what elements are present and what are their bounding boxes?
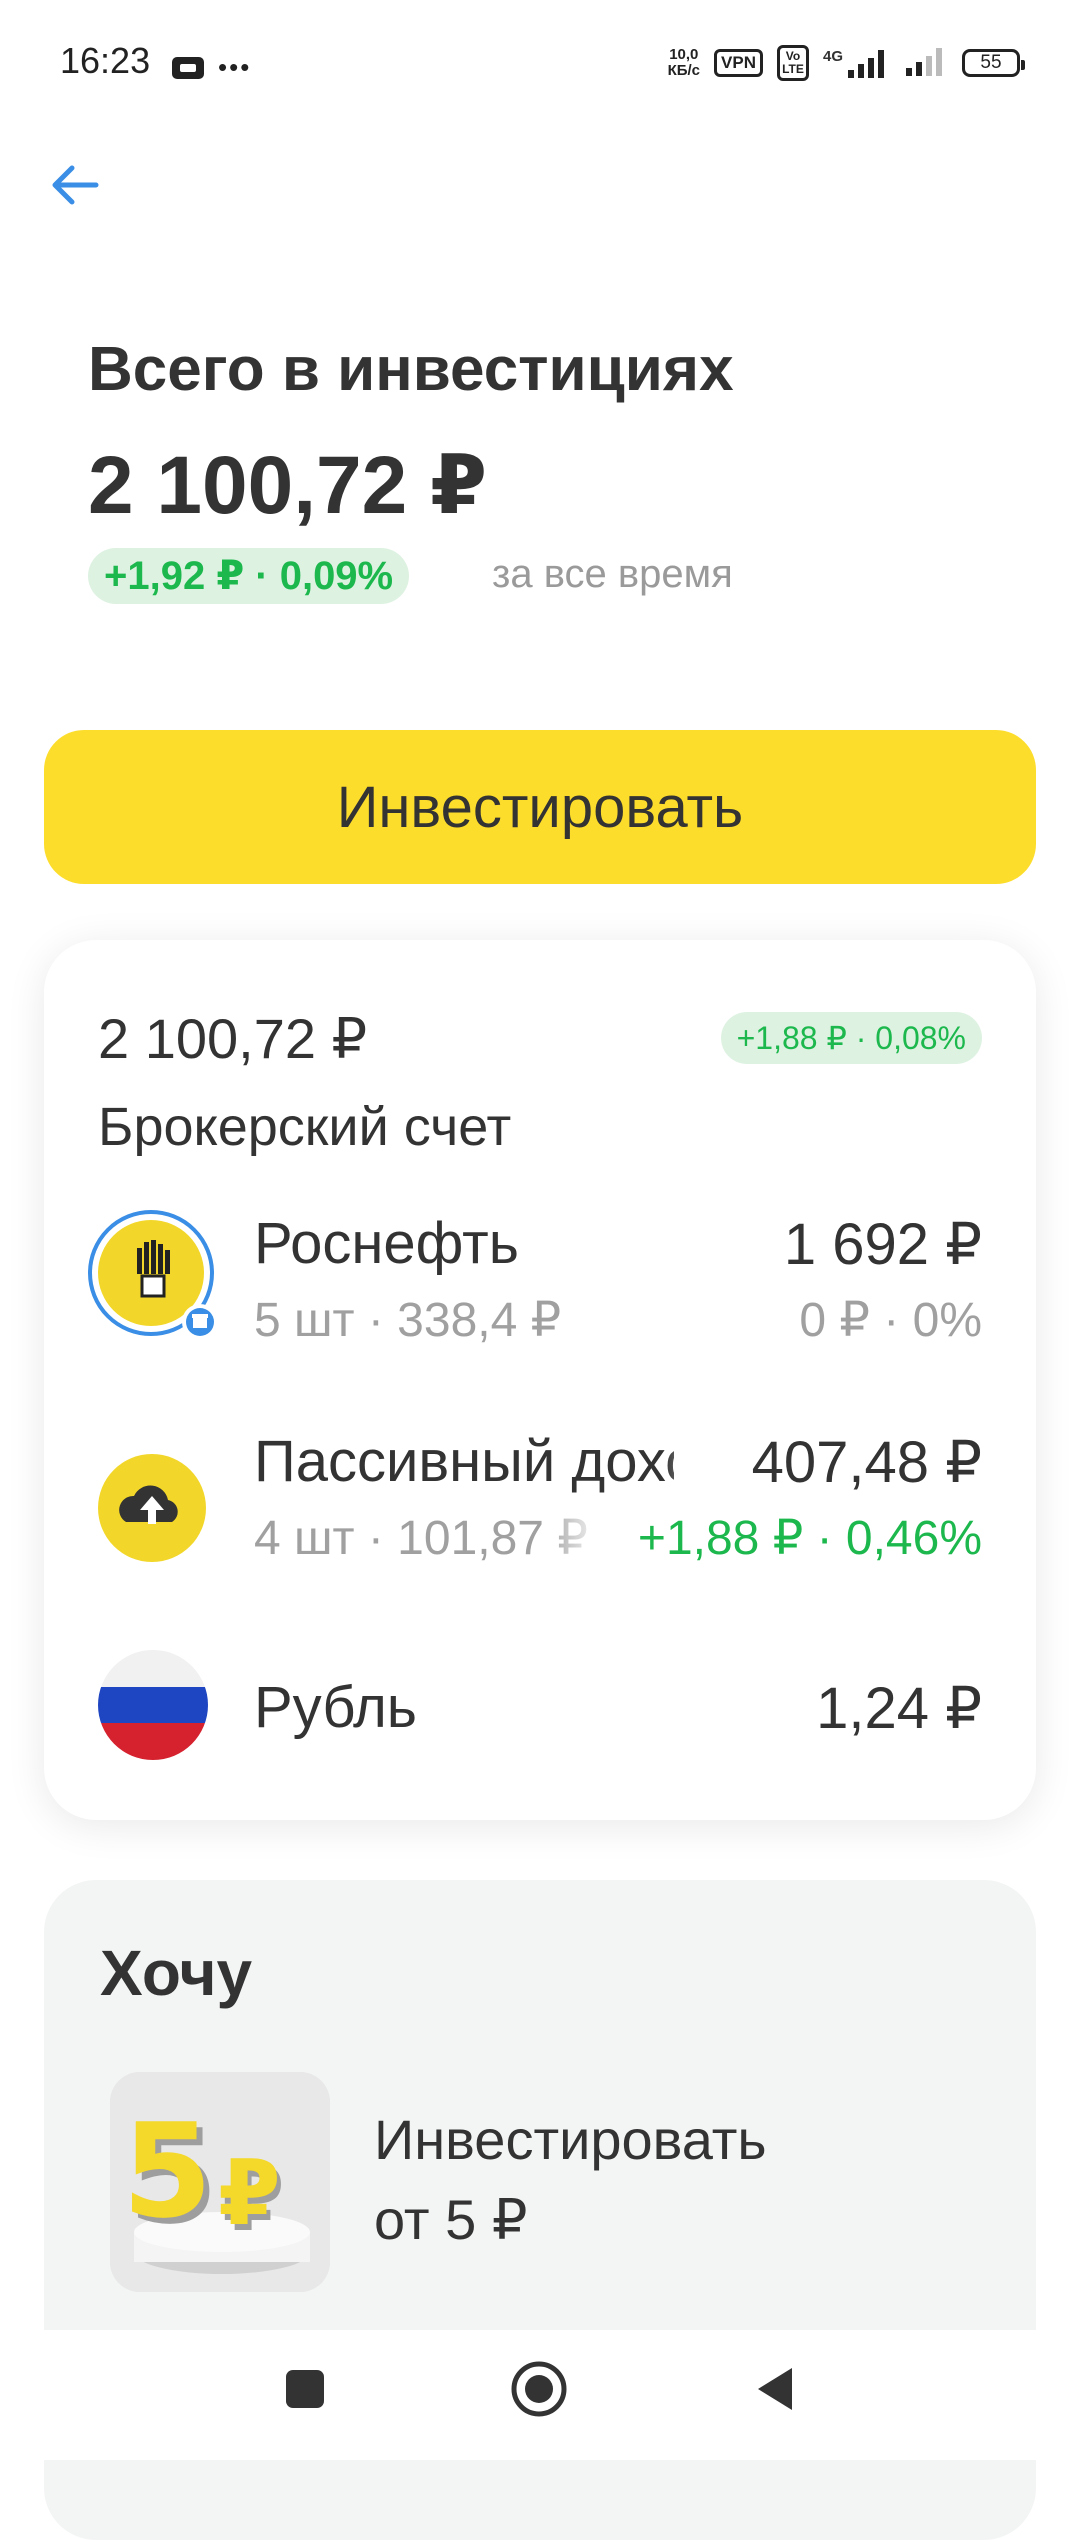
- circle-icon: [511, 2361, 567, 2417]
- section-title: Хочу: [100, 1937, 253, 2009]
- notification-icon: [172, 56, 204, 79]
- asset-row-passive-income[interactable]: Пассивный доход 407,48 ₽ 4 шт · 101,87 ₽…: [44, 1428, 1036, 1618]
- svg-text:₽: ₽: [218, 2141, 281, 2246]
- svg-text:5: 5: [122, 2095, 212, 2247]
- asset-change: 0 ₽ · 0%: [799, 1294, 982, 1347]
- five-ruble-illustration: 5 5 ₽ ₽: [110, 2072, 330, 2292]
- account-name: Брокерский счет: [98, 1097, 512, 1157]
- asset-price: 1,24 ₽: [816, 1676, 982, 1741]
- invest-from-5-tile[interactable]: 5 5 ₽ ₽: [110, 2072, 330, 2292]
- brokerage-account-card[interactable]: 2 100,72 ₽ +1,88 ₽ · 0,08% Брокерский сч…: [44, 940, 1036, 1820]
- signal-icon: [904, 46, 948, 81]
- rosneft-logo-icon: [88, 1210, 218, 1340]
- signal-4g-icon: 4G: [823, 48, 890, 78]
- asset-change: +1,88 ₽ · 0,46%: [629, 1510, 982, 1566]
- recents-button[interactable]: [282, 2366, 328, 2412]
- arrow-left-icon: [52, 165, 99, 205]
- triangle-back-icon: [758, 2368, 792, 2410]
- total-amount: 2 100,72 ₽: [88, 440, 488, 531]
- total-gain-badge: +1,92 ₽ · 0,09%: [88, 548, 410, 604]
- asset-name: Роснефть: [254, 1211, 519, 1276]
- invest-from-5-label[interactable]: Инвестировать от 5 ₽: [374, 2100, 767, 2260]
- status-icons: 10,0 КБ/с VPN Vo LTE 4G 55: [667, 45, 1025, 81]
- back-nav-button[interactable]: [752, 2364, 798, 2414]
- passive-income-icon: [96, 1452, 208, 1564]
- asset-quantity: 4 шт · 101,87 ₽: [254, 1512, 588, 1565]
- account-amount: 2 100,72 ₽: [98, 1007, 368, 1070]
- invest-button[interactable]: Инвестировать: [44, 730, 1036, 884]
- square-icon: [286, 2370, 324, 2408]
- asset-row-ruble[interactable]: Рубль 1,24 ₽: [44, 1640, 1036, 1770]
- asset-row-rosneft[interactable]: Роснефть 1 692 ₽ 5 шт · 338,4 ₽ 0 ₽ · 0%: [44, 1210, 1036, 1400]
- asset-name: Рубль: [254, 1675, 418, 1740]
- page-title: Всего в инвестициях: [88, 335, 734, 404]
- network-speed: 10,0 КБ/с: [667, 46, 701, 79]
- asset-name: Пассивный доход: [254, 1429, 674, 1494]
- asset-price: 1 692 ₽: [783, 1212, 982, 1277]
- gain-period-label: за все время: [492, 552, 733, 596]
- asset-price: 407,48 ₽: [743, 1428, 982, 1496]
- home-button[interactable]: [510, 2360, 568, 2418]
- russia-flag-icon: [98, 1650, 208, 1760]
- vpn-icon: VPN: [714, 49, 763, 77]
- battery-icon: 55: [962, 49, 1025, 77]
- asset-quantity: 5 шт · 338,4 ₽: [254, 1294, 562, 1347]
- more-notifications-icon: •••: [218, 52, 252, 82]
- back-button[interactable]: [40, 150, 110, 220]
- system-nav-bar: [0, 2330, 1080, 2460]
- status-time: 16:23: [60, 40, 151, 81]
- account-gain-badge: +1,88 ₽ · 0,08%: [720, 1012, 982, 1064]
- volte-icon: Vo LTE: [776, 45, 809, 81]
